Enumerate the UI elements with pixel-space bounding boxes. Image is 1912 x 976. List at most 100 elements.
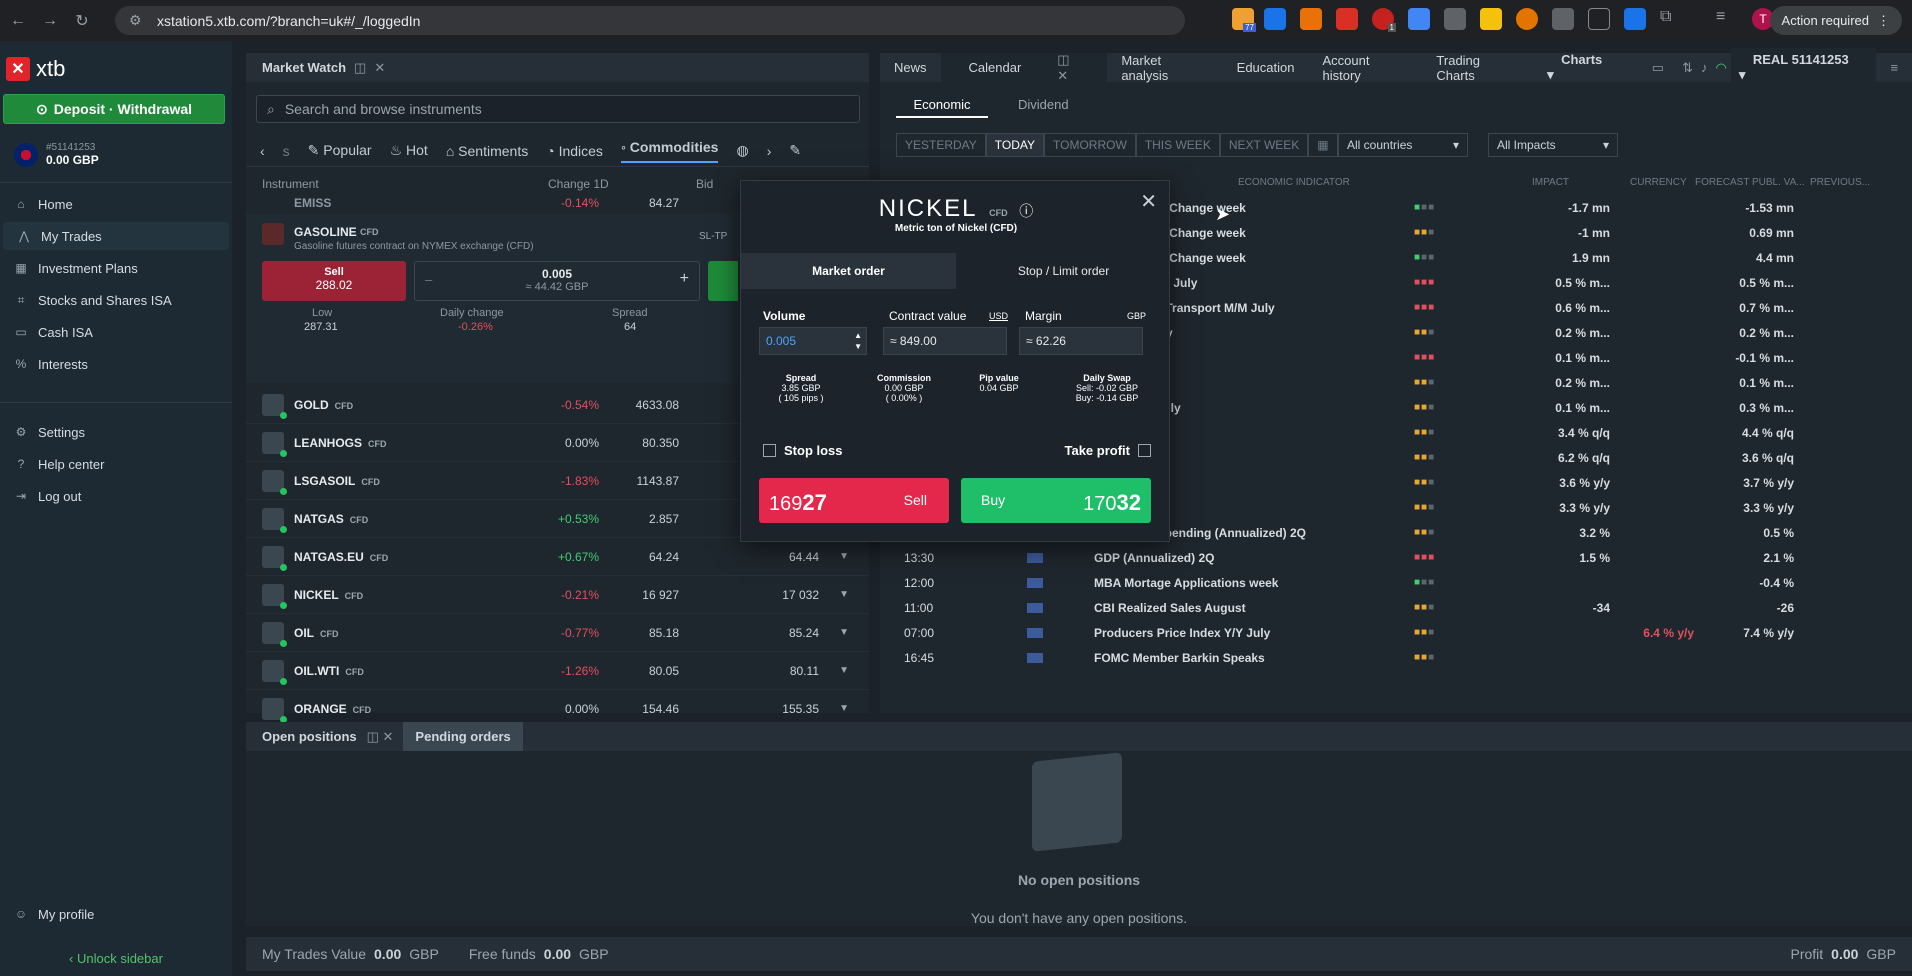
minus-icon[interactable]: –	[425, 272, 432, 287]
address-bar[interactable]: ⚙ xstation5.xtb.com/?branch=uk#/_/logged…	[115, 6, 1185, 35]
extension-icon[interactable]: 77	[1232, 8, 1256, 32]
day-next-week[interactable]: NEXT WEEK	[1219, 133, 1309, 157]
event-row[interactable]: 11:00 CBI Realized Sales August ■■■ -34 …	[894, 595, 1894, 620]
tab-dividend[interactable]: Dividend	[1018, 97, 1069, 118]
tab-market-order[interactable]: Market order	[741, 253, 956, 289]
table-row[interactable]: OIL CFD -0.77% 85.18 85.24 ▼	[246, 614, 869, 652]
extension-icon[interactable]	[1408, 8, 1430, 30]
table-row[interactable]: OIL.WTI CFD -1.26% 80.05 80.11 ▼	[246, 652, 869, 690]
chevron-down-icon[interactable]: ▼	[839, 703, 849, 714]
extension-icon[interactable]	[1264, 8, 1286, 30]
tab-news[interactable]: News	[880, 60, 941, 75]
back-icon[interactable]: ←	[4, 7, 32, 35]
bell-icon[interactable]: ♪	[1697, 60, 1712, 75]
chevron-down-icon[interactable]: ▼	[839, 551, 849, 562]
sidebar-item-logout[interactable]: ⇥ Log out	[0, 482, 226, 510]
close-icon[interactable]: ◫ ✕	[367, 729, 394, 745]
sl-tp-label[interactable]: SL-TP	[699, 231, 727, 242]
deposit-withdrawal-button[interactable]: ⊙ Deposit · Withdrawal	[3, 94, 225, 124]
event-row[interactable]: 12:00 MBA Mortage Applications week ■■■ …	[894, 570, 1894, 595]
extensions-puzzle-icon[interactable]: ⧉	[1660, 8, 1682, 30]
tab-education[interactable]: Education	[1223, 60, 1309, 75]
day-tomorrow[interactable]: TOMORROW	[1044, 133, 1136, 157]
extension-icon[interactable]: 1	[1372, 8, 1396, 32]
buy-button[interactable]	[708, 261, 738, 301]
calendar-icon[interactable]: ▦	[1308, 133, 1338, 157]
tab-popular[interactable]: ✎ Popular	[308, 142, 372, 159]
tabs-prev-icon[interactable]: ‹	[260, 143, 265, 159]
tab-calendar[interactable]: Calendar ◫ ✕	[940, 52, 1108, 84]
account-selector[interactable]: REAL 51141253 ▾	[1730, 48, 1877, 87]
account-summary[interactable]: #51141253 0.00 GBP	[14, 142, 99, 167]
impacts-select[interactable]: All Impacts ▾	[1488, 133, 1618, 157]
stop-loss-checkbox[interactable]	[763, 444, 776, 457]
tab-open-positions[interactable]: Open positions	[262, 729, 357, 744]
sidebar-item-investment-plans[interactable]: ▦ Investment Plans	[0, 254, 226, 282]
tab-indices[interactable]: ◔ Indices	[546, 143, 603, 159]
unlock-sidebar-button[interactable]: ‹ Unlock sidebar	[0, 951, 232, 966]
tab-partial[interactable]: s	[283, 143, 290, 159]
hamburger-icon[interactable]: ≡	[1876, 60, 1912, 75]
sidebar-item-my-trades[interactable]: ⋀ My Trades	[3, 222, 229, 250]
tab-economic[interactable]: Economic	[896, 97, 988, 118]
event-row[interactable]: 16:45 FOMC Member Barkin Speaks ■■■	[894, 645, 1894, 670]
close-icon[interactable]: ◫ ✕	[1043, 52, 1093, 84]
tab-trading-charts[interactable]: Trading Charts	[1422, 53, 1533, 83]
chevron-down-icon[interactable]: ▼	[839, 589, 849, 600]
close-icon[interactable]: ✕	[1140, 189, 1157, 214]
plus-icon[interactable]: +	[680, 270, 689, 288]
chevron-down-icon[interactable]: ▼	[839, 665, 849, 676]
extension-icon[interactable]	[1624, 8, 1646, 30]
detach-icon[interactable]: ◫	[354, 60, 366, 76]
take-profit-toggle[interactable]: Take profit	[1065, 443, 1151, 458]
sidebar-item-help[interactable]: ? Help center	[0, 450, 226, 478]
countries-select[interactable]: All countries ▾	[1338, 133, 1468, 157]
instrument-search[interactable]: ⌕ Search and browse instruments	[256, 95, 860, 123]
day-today[interactable]: TODAY	[985, 133, 1045, 157]
info-icon[interactable]: ⓘ	[1019, 203, 1033, 219]
table-row[interactable]: NATGAS.EU CFD +0.67% 64.24 64.44 ▼	[246, 538, 869, 576]
sidebar-item-cash-isa[interactable]: ▭ Cash ISA	[0, 318, 226, 346]
site-settings-icon[interactable]: ⚙	[129, 12, 147, 29]
buy-button[interactable]: Buy 17032	[961, 478, 1151, 523]
close-icon[interactable]: ✕	[374, 60, 385, 76]
extension-icon[interactable]	[1588, 8, 1610, 30]
tab-pending-orders[interactable]: Pending orders	[403, 722, 523, 751]
day-this-week[interactable]: THIS WEEK	[1135, 133, 1220, 157]
extension-icon[interactable]	[1300, 8, 1322, 30]
tab-more-icon[interactable]: ◍	[736, 142, 748, 159]
table-row[interactable]: NICKEL CFD -0.21% 16 927 17 032 ▼	[246, 576, 869, 614]
edit-icon[interactable]: ✎	[789, 142, 801, 159]
event-row[interactable]: 07:00 Producers Price Index Y/Y July ■■■…	[894, 620, 1894, 645]
dollar-icon[interactable]: ⇅	[1678, 60, 1697, 76]
action-required-button[interactable]: Action required ⋮	[1769, 6, 1902, 35]
sidebar-item-home[interactable]: ⌂ Home	[0, 190, 226, 218]
stop-loss-toggle[interactable]: Stop loss	[763, 443, 843, 458]
xtb-logo[interactable]: ✕ xtb	[6, 56, 65, 82]
take-profit-checkbox[interactable]	[1138, 444, 1151, 457]
extension-icon[interactable]	[1336, 8, 1358, 30]
tab-sentiments[interactable]: ⌂ Sentiments	[446, 143, 528, 159]
stepper-arrows-icon[interactable]: ▲ ▼	[854, 330, 862, 352]
extension-icon[interactable]	[1444, 8, 1466, 30]
tab-hot[interactable]: ♨ Hot	[390, 142, 428, 159]
tab-account-history[interactable]: Account history	[1308, 53, 1422, 83]
tab-charts[interactable]: Charts ▾	[1533, 52, 1638, 83]
event-row[interactable]: 13:30 GDP (Annualized) 2Q ■■■ 1.5 % 2.1 …	[894, 545, 1894, 570]
layout-icon[interactable]: ▭	[1638, 60, 1678, 76]
media-icon[interactable]: ≡	[1716, 8, 1738, 30]
extension-icon[interactable]	[1480, 8, 1502, 30]
tab-market-analysis[interactable]: Market analysis	[1107, 53, 1222, 83]
extension-icon[interactable]	[1552, 8, 1574, 30]
sidebar-item-profile[interactable]: ☺ My profile	[0, 900, 226, 928]
reload-icon[interactable]: ↻	[68, 7, 96, 35]
volume-stepper[interactable]: – 0.005 ≈ 44.42 GBP +	[414, 261, 700, 301]
sell-button[interactable]: 16927 Sell	[759, 478, 949, 523]
sidebar-item-isa[interactable]: ⌗ Stocks and Shares ISA	[0, 286, 226, 314]
sell-button[interactable]: Sell 288.02	[262, 261, 406, 301]
tab-commodities[interactable]: ◦ Commodities	[620, 139, 719, 163]
sidebar-item-interests[interactable]: % Interests	[0, 350, 226, 378]
volume-input[interactable]: 0.005 ▲ ▼	[759, 327, 867, 355]
forward-icon[interactable]: →	[36, 7, 64, 35]
day-yesterday[interactable]: YESTERDAY	[896, 133, 986, 157]
